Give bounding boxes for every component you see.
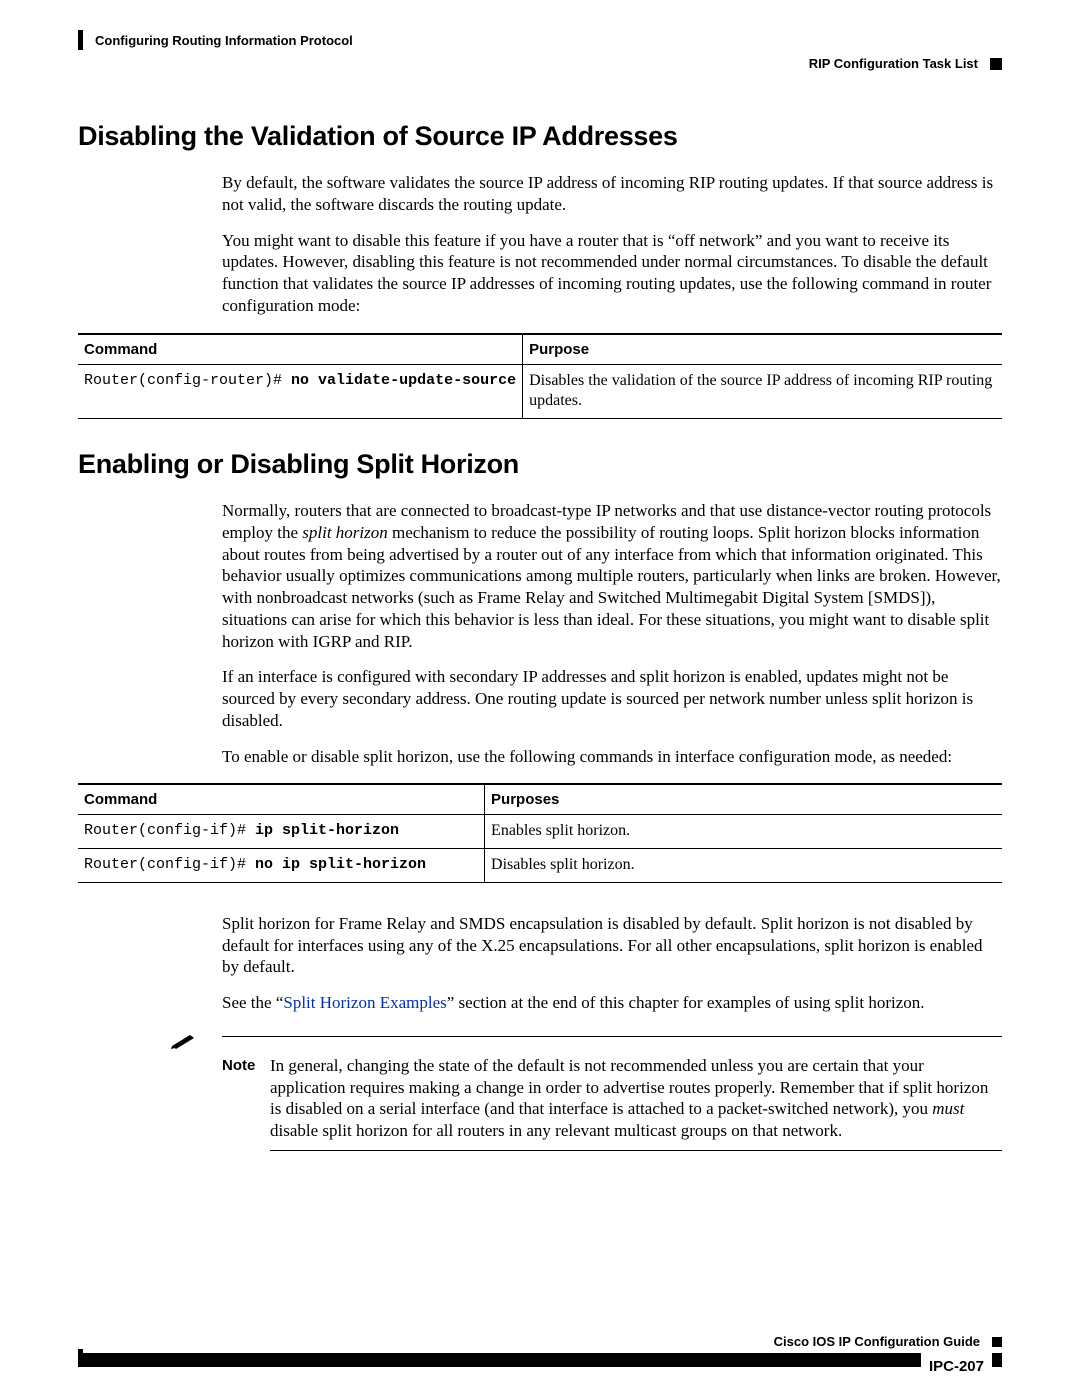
command-bold: no validate-update-source [291, 372, 516, 389]
command-table-2: Command Purposes Router(config-if)# ip s… [78, 783, 1002, 883]
em-split-horizon: split horizon [302, 523, 388, 542]
page: Configuring Routing Information Protocol… [0, 0, 1080, 1397]
col-purpose: Purpose [523, 334, 1002, 365]
running-subheader: RIP Configuration Task List [78, 56, 1002, 71]
running-header: Configuring Routing Information Protocol [78, 30, 1002, 50]
section-breadcrumb: RIP Configuration Task List [809, 56, 978, 71]
footer-bar-left-icon [78, 1349, 83, 1367]
body-sec2: Normally, routers that are connected to … [222, 500, 1002, 767]
link-split-horizon-examples[interactable]: Split Horizon Examples [283, 993, 446, 1012]
cell-purpose: Disables the validation of the source IP… [523, 364, 1002, 419]
footer-guide-title: Cisco IOS IP Configuration Guide [774, 1334, 980, 1349]
table-header-row: Command Purposes [78, 784, 1002, 815]
prompt: Router(config-if)# [84, 856, 255, 873]
paragraph: See the “Split Horizon Examples” section… [222, 992, 1002, 1014]
command-bold: ip split-horizon [255, 822, 399, 839]
header-bar-icon [78, 30, 83, 50]
table-row: Router(config-if)# ip split-horizon Enab… [78, 815, 1002, 849]
paragraph: Split horizon for Frame Relay and SMDS e… [222, 913, 1002, 978]
paragraph: To enable or disable split horizon, use … [222, 746, 1002, 768]
command-table-1: Command Purpose Router(config-router)# n… [78, 333, 1002, 420]
em-must: must [932, 1099, 964, 1118]
note-rule-bottom [270, 1150, 1002, 1151]
square-icon [990, 58, 1002, 70]
table-row: Router(config-if)# no ip split-horizon D… [78, 849, 1002, 883]
paragraph: Normally, routers that are connected to … [222, 500, 1002, 652]
table-row: Router(config-router)# no validate-updat… [78, 364, 1002, 419]
note-block: Note In general, changing the state of t… [170, 1032, 1002, 1151]
cell-command: Router(config-if)# no ip split-horizon [78, 849, 485, 883]
page-number: IPC-207 [921, 1353, 992, 1380]
paragraph: By default, the software validates the s… [222, 172, 1002, 216]
body-sec1: By default, the software validates the s… [222, 172, 1002, 317]
heading-split-horizon: Enabling or Disabling Split Horizon [78, 449, 1002, 480]
footer-square-icon [992, 1337, 1002, 1347]
cell-command: Router(config-router)# no validate-updat… [78, 364, 523, 419]
footer: Cisco IOS IP Configuration Guide IPC-207 [78, 1334, 1002, 1367]
body-sec3: Split horizon for Frame Relay and SMDS e… [222, 913, 1002, 1014]
cell-command: Router(config-if)# ip split-horizon [78, 815, 485, 849]
command-bold: no ip split-horizon [255, 856, 426, 873]
cell-purpose: Disables split horizon. [485, 849, 1002, 883]
heading-disable-validation: Disabling the Validation of Source IP Ad… [78, 121, 1002, 152]
col-command: Command [78, 784, 485, 815]
prompt: Router(config-router)# [84, 372, 291, 389]
col-command: Command [78, 334, 523, 365]
table-header-row: Command Purpose [78, 334, 1002, 365]
note-rule-top [222, 1036, 1002, 1037]
col-purposes: Purposes [485, 784, 1002, 815]
note-icon-col [170, 1032, 222, 1055]
paragraph: You might want to disable this feature i… [222, 230, 1002, 317]
prompt: Router(config-if)# [84, 822, 255, 839]
cell-purpose: Enables split horizon. [485, 815, 1002, 849]
paragraph: If an interface is configured with secon… [222, 666, 1002, 731]
pencil-icon [170, 1032, 198, 1055]
note-label: Note [222, 1055, 270, 1074]
footer-rule: IPC-207 [78, 1353, 1002, 1367]
chapter-title: Configuring Routing Information Protocol [95, 33, 353, 48]
note-text: In general, changing the state of the de… [270, 1055, 1002, 1142]
